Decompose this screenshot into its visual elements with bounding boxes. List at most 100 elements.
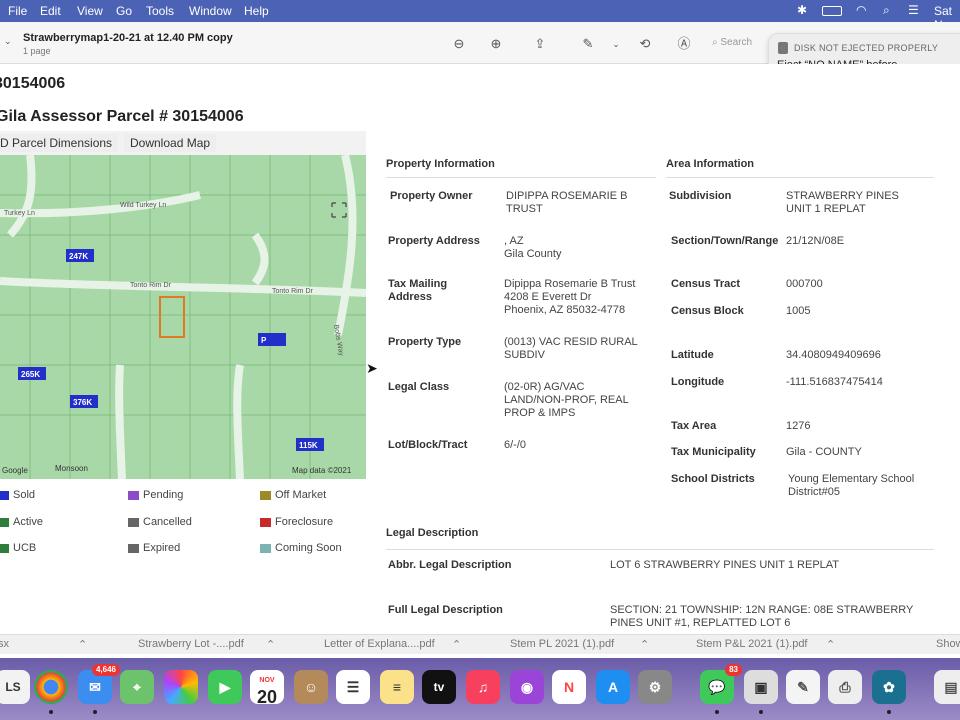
parcel-dimensions-tab[interactable]: D Parcel Dimensions <box>0 134 119 152</box>
news-icon[interactable]: N <box>552 670 586 704</box>
facetime-icon[interactable]: ▶ <box>208 670 242 704</box>
downloads-stack-icon[interactable]: ▤ <box>934 670 960 704</box>
battery-icon[interactable] <box>822 6 842 16</box>
reminders-icon[interactable]: ☰ <box>336 670 370 704</box>
preview-icon[interactable]: ▣ <box>744 670 778 704</box>
bluetooth-icon[interactable]: ✱ <box>797 3 807 17</box>
tv-icon[interactable]: tv <box>422 670 456 704</box>
calendar-day: 20 <box>256 687 278 707</box>
search-icon[interactable]: ⌕ <box>883 3 890 18</box>
menu-file[interactable]: File <box>8 4 27 18</box>
legend-swatch <box>0 517 9 527</box>
notes-icon[interactable]: ≡ <box>380 670 414 704</box>
census-tract-value: 000700 <box>786 278 823 290</box>
maps-icon[interactable]: ⌖ <box>120 670 154 704</box>
census-tract-label: Census Tract <box>671 278 741 290</box>
annotate-icon[interactable]: Ⓐ <box>675 35 693 53</box>
calendar-icon[interactable]: NOV 20 <box>250 670 284 707</box>
photos-icon[interactable] <box>164 670 198 704</box>
legend-item-cancelled: Cancelled <box>128 516 192 528</box>
download-item[interactable]: Stem P&L 2021 (1).pdf <box>696 638 808 650</box>
contacts-icon[interactable]: ☺ <box>294 670 328 704</box>
chrome-icon[interactable] <box>34 670 68 704</box>
monsoon-credit: Monsoon <box>55 464 88 473</box>
parcel-title: Gila Assessor Parcel # 30154006 <box>0 108 244 125</box>
longitude-label: Longitude <box>671 376 725 388</box>
search-icon: ⌕ <box>712 37 718 48</box>
messages-icon[interactable]: 💬 83 <box>700 664 742 704</box>
markup-chevron-icon[interactable]: ⌄ <box>607 35 625 53</box>
disk-icon <box>778 42 788 54</box>
legend-item-active: Active <box>0 516 43 528</box>
google-logo: Google <box>2 466 28 475</box>
system-preferences-icon[interactable]: ⚙ <box>638 670 672 704</box>
tax-area-label: Tax Area <box>671 420 717 432</box>
music-icon[interactable]: ♫ <box>466 670 500 704</box>
download-item[interactable]: Letter of Explana....pdf <box>324 638 435 650</box>
street-label: Tonto Rim Dr <box>272 288 314 295</box>
sidebar-chevron-icon[interactable]: ⌄ <box>4 36 12 47</box>
menu-edit[interactable]: Edit <box>40 4 61 18</box>
property-address-value: , AZ Gila County <box>504 235 562 260</box>
parcel-map[interactable]: Turkey Ln Wild Turkey Ln Tonto Rim Dr To… <box>0 155 366 479</box>
subdivision-value: STRAWBERRY PINES UNIT 1 REPLAT <box>786 190 899 215</box>
download-map-tab[interactable]: Download Map <box>124 134 217 152</box>
running-indicator <box>93 710 97 714</box>
show-all-downloads-link[interactable]: Show <box>936 638 960 650</box>
divider <box>386 549 934 550</box>
lot-block-tract-value: 6/-/0 <box>504 439 527 451</box>
menu-view[interactable]: View <box>77 4 103 18</box>
legend-swatch <box>260 490 271 500</box>
download-item[interactable]: Strawberry Lot -....pdf <box>138 638 244 650</box>
price-marker-label: 376K <box>73 398 92 407</box>
podcasts-icon[interactable]: ◉ <box>510 670 544 704</box>
share-icon[interactable]: ⇪ <box>531 35 549 53</box>
property-owner-label: Property Owner <box>390 190 473 202</box>
chevron-up-icon[interactable]: ⌃ <box>640 638 649 651</box>
menu-help[interactable]: Help <box>244 4 269 18</box>
map-panel: D Parcel Dimensions Download Map Turkey … <box>0 131 366 479</box>
full-legal-description-value: SECTION: 21 TOWNSHIP: 12N RANGE: 08E STR… <box>610 604 914 629</box>
chevron-up-icon[interactable]: ⌃ <box>78 638 87 651</box>
rotate-icon[interactable]: ⟲ <box>636 35 654 53</box>
launchpad-icon[interactable]: LS <box>0 670 30 704</box>
sticky-app-icon[interactable]: ✿ <box>872 670 906 704</box>
control-center-icon[interactable]: ☰ <box>908 3 919 17</box>
chevron-up-icon[interactable]: ⌃ <box>826 638 835 651</box>
latitude-value: 34.4080949409696 <box>786 349 881 361</box>
menu-tools[interactable]: Tools <box>146 4 174 18</box>
tax-municipality-label: Tax Municipality <box>671 446 756 458</box>
printer-icon[interactable]: ⎙ <box>828 670 862 704</box>
chevron-up-icon[interactable]: ⌃ <box>266 638 275 651</box>
legend-item-sold: Sold <box>0 489 35 501</box>
legend-item-ucb: UCB <box>0 542 36 554</box>
divider <box>386 177 656 178</box>
textedit-icon[interactable]: ✎ <box>786 670 820 704</box>
download-item[interactable]: sx <box>0 638 9 650</box>
legend-item-off-market: Off Market <box>260 489 326 501</box>
longitude-value: -111.516837475414 <box>786 376 883 388</box>
abbr-legal-description-value: LOT 6 STRAWBERRY PINES UNIT 1 REPLAT <box>610 559 840 571</box>
downloads-bar: sx ⌃ Strawberry Lot -....pdf ⌃ Letter of… <box>0 634 960 654</box>
parcel-number-heading: 30154006 <box>0 75 66 92</box>
zoom-in-icon[interactable]: ⊕ <box>487 35 505 53</box>
menu-window[interactable]: Window <box>189 4 232 18</box>
search-placeholder: Search <box>720 37 753 48</box>
property-info-heading: Property Information <box>386 158 495 170</box>
wifi-icon[interactable]: ◠ <box>856 3 866 17</box>
zoom-out-icon[interactable]: ⊖ <box>450 35 468 53</box>
search-field[interactable]: ⌕ Search <box>712 33 772 53</box>
app-store-icon[interactable]: A <box>596 670 630 704</box>
legal-class-value: (02-0R) AG/VAC LAND/NON-PROF, REAL PROP … <box>504 381 629 419</box>
download-item[interactable]: Stem PL 2021 (1).pdf <box>510 638 614 650</box>
legend-item-foreclosure: Foreclosure <box>260 516 333 528</box>
price-marker-label: P <box>261 336 267 345</box>
menu-go[interactable]: Go <box>116 4 132 18</box>
price-marker-label: 265K <box>21 370 40 379</box>
chevron-up-icon[interactable]: ⌃ <box>452 638 461 651</box>
tax-mailing-address-value: Dipippa Rosemarie B Trust 4208 E Everett… <box>504 278 636 316</box>
mail-icon[interactable]: ✉ 4,646 <box>78 664 120 704</box>
markup-pen-icon[interactable]: ✎ <box>579 35 597 53</box>
legend-swatch <box>128 490 139 500</box>
abbr-legal-description-label: Abbr. Legal Description <box>388 559 512 571</box>
